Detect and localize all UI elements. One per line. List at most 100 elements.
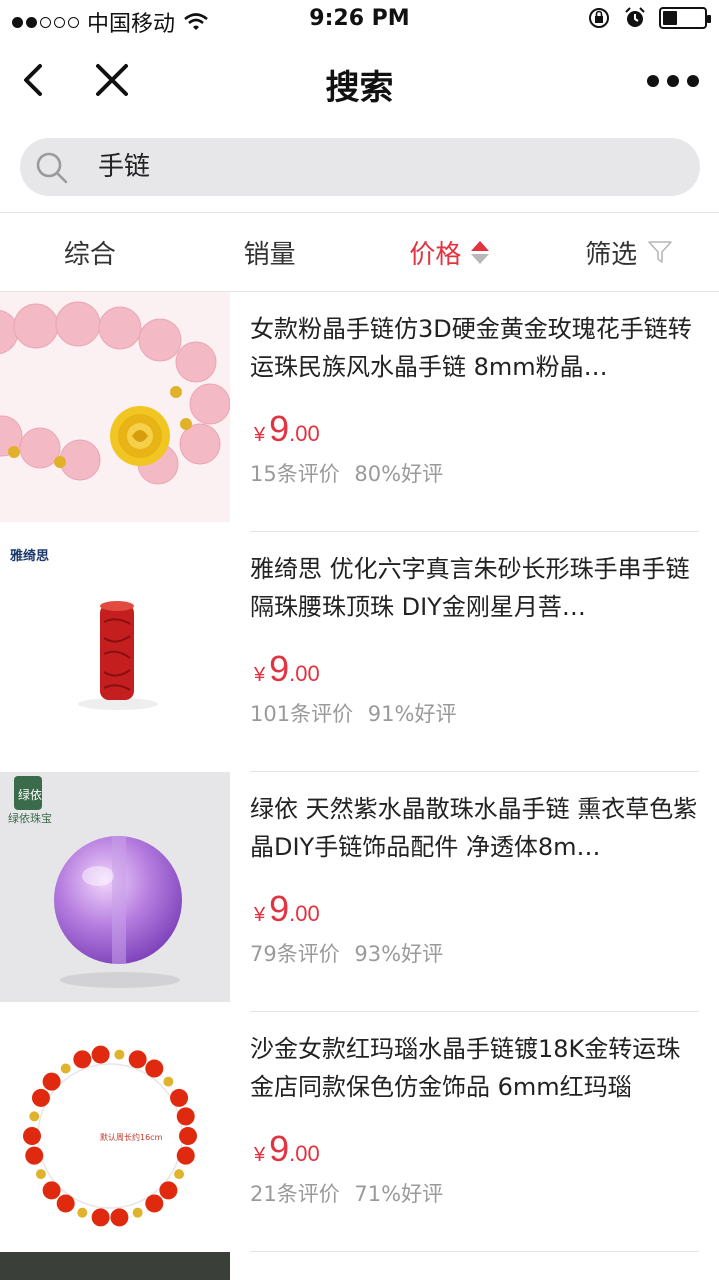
product-item-partial[interactable]	[0, 1252, 719, 1280]
red-bead	[42, 1072, 61, 1091]
search-bar[interactable]	[20, 138, 700, 196]
sort-tab-comprehensive[interactable]: 综合	[0, 213, 180, 291]
size-tag-text: 默认周长约16cm	[100, 1132, 163, 1142]
sort-caret-icon	[471, 240, 490, 264]
product-rating: 101条评价 91%好评	[250, 698, 456, 728]
search-icon	[36, 152, 68, 184]
positive-rate: 93%好评	[354, 942, 444, 966]
product-image	[0, 292, 230, 522]
gold-bead	[132, 1207, 143, 1218]
red-bead	[110, 1208, 129, 1227]
gold-bead	[77, 1207, 88, 1218]
brand-name-text: 绿依珠宝	[8, 811, 52, 825]
product-title[interactable]: 沙金女款红玛瑙水晶手链镀18K金转运珠金店同款保色仿金饰品 6mm红玛瑙	[250, 1030, 700, 1106]
gold-bead	[114, 1049, 125, 1060]
product-title[interactable]: 雅绮思 优化六字真言朱砂长形珠手串手链隔珠腰珠顶珠 DIY金刚星月菩…	[250, 550, 700, 626]
price-currency: ¥	[254, 664, 266, 686]
sort-tab-label: 综合	[63, 239, 116, 270]
positive-rate: 80%好评	[354, 462, 444, 486]
red-bead	[170, 1088, 189, 1107]
product-item[interactable]: 雅绮思 雅绮思 优化六字真言朱砂长形珠手串手链隔珠腰珠顶珠 DIY金刚星月菩… …	[0, 532, 719, 772]
sort-tab-price[interactable]: 价格	[360, 213, 540, 291]
price-decimal: .00	[289, 421, 320, 446]
gold-bead	[29, 1111, 40, 1122]
status-bar: 中国移动 9:26 PM	[0, 0, 719, 40]
product-item[interactable]: 女款粉晶手链仿3D硬金黄金玫瑰花手链转运珠民族风水晶手链 8mm粉晶… ¥ 9 …	[0, 292, 719, 532]
product-item[interactable]: 绿依 绿依珠宝 绿依 天然紫水晶散珠水晶手链 熏衣草色紫晶DIY手链饰品配件 净…	[0, 772, 719, 1012]
product-info: 绿依 天然紫水晶散珠水晶手链 熏衣草色紫晶DIY手链饰品配件 净透体8m… ¥ …	[250, 772, 699, 1012]
sort-bar: 综合 销量 价格 筛选	[0, 212, 719, 292]
review-count: 101条评价	[250, 702, 354, 726]
sort-tab-filter[interactable]: 筛选	[539, 213, 719, 291]
positive-rate: 71%好评	[354, 1182, 444, 1206]
price-currency: ¥	[254, 424, 266, 446]
gold-bead	[174, 1169, 185, 1180]
review-count: 21条评价	[250, 1182, 340, 1206]
red-bead	[56, 1194, 75, 1213]
product-info: 女款粉晶手链仿3D硬金黄金玫瑰花手链转运珠民族风水晶手链 8mm粉晶… ¥ 9 …	[250, 292, 699, 532]
gold-bead	[60, 1063, 71, 1074]
red-bead	[145, 1194, 164, 1213]
sort-tab-sales[interactable]: 销量	[180, 213, 360, 291]
positive-rate: 91%好评	[367, 702, 457, 726]
alarm-icon	[625, 7, 645, 27]
product-image: 雅绮思	[0, 532, 230, 762]
price-integer: 9	[269, 888, 290, 929]
red-bead	[179, 1127, 197, 1145]
red-bead	[176, 1146, 195, 1165]
brand-logo-text: 雅绮思	[10, 548, 49, 564]
review-count: 15条评价	[250, 462, 340, 486]
red-bead	[159, 1181, 178, 1200]
red-bead	[128, 1050, 147, 1069]
red-bead	[91, 1208, 110, 1227]
red-bead	[145, 1059, 164, 1078]
price-integer: 9	[269, 1128, 290, 1169]
product-info: 雅绮思 优化六字真言朱砂长形珠手串手链隔珠腰珠顶珠 DIY金刚星月菩… ¥ 9 …	[250, 532, 699, 772]
product-rating: 21条评价 71%好评	[250, 1178, 443, 1208]
product-info: 沙金女款红玛瑙水晶手链镀18K金转运珠金店同款保色仿金饰品 6mm红玛瑙 ¥ 9…	[250, 1012, 699, 1252]
price-currency: ¥	[254, 904, 266, 926]
product-price: ¥ 9 .00	[254, 408, 320, 450]
gold-bead	[35, 1169, 46, 1180]
product-image: 默认周长约16cm	[0, 1012, 230, 1242]
sort-tab-label: 筛选	[585, 239, 638, 270]
filter-funnel-icon	[648, 241, 672, 263]
product-price: ¥ 9 .00	[254, 888, 320, 930]
price-currency: ¥	[254, 1144, 266, 1166]
search-input[interactable]	[98, 138, 678, 196]
red-bead	[42, 1181, 61, 1200]
price-decimal: .00	[289, 901, 320, 926]
sort-tab-label: 销量	[243, 239, 296, 270]
battery-icon	[659, 7, 711, 29]
product-price: ¥ 9 .00	[254, 648, 320, 690]
red-bead	[25, 1146, 44, 1165]
red-bead	[23, 1127, 41, 1145]
nav-bar: 搜索	[0, 44, 719, 120]
red-bead	[73, 1050, 92, 1069]
price-integer: 9	[269, 408, 290, 449]
product-rating: 15条评价 80%好评	[250, 458, 443, 488]
status-right	[587, 6, 711, 30]
product-title[interactable]: 绿依 天然紫水晶散珠水晶手链 熏衣草色紫晶DIY手链饰品配件 净透体8m…	[250, 790, 700, 866]
review-count: 79条评价	[250, 942, 340, 966]
price-decimal: .00	[289, 1141, 320, 1166]
product-item[interactable]: 默认周长约16cm 沙金女款红玛瑙水晶手链镀18K金转运珠金店同款保色仿金饰品 …	[0, 1012, 719, 1252]
red-bead	[31, 1088, 50, 1107]
product-image	[0, 1252, 230, 1280]
battery-level	[663, 11, 677, 25]
product-price: ¥ 9 .00	[254, 1128, 320, 1170]
price-decimal: .00	[289, 661, 320, 686]
product-title[interactable]: 女款粉晶手链仿3D硬金黄金玫瑰花手链转运珠民族风水晶手链 8mm粉晶…	[250, 310, 700, 386]
orientation-lock-icon	[589, 8, 609, 28]
sort-tab-label: 价格	[409, 239, 462, 270]
brand-logo-text: 绿依	[18, 787, 42, 802]
page-title: 搜索	[325, 68, 394, 108]
more-dots-icon[interactable]	[619, 66, 699, 96]
red-bead	[176, 1107, 195, 1126]
product-image: 绿依 绿依珠宝	[0, 772, 230, 1002]
product-rating: 79条评价 93%好评	[250, 938, 443, 968]
gold-bead	[163, 1076, 174, 1087]
price-integer: 9	[269, 648, 290, 689]
red-bead	[91, 1045, 110, 1064]
product-list: 女款粉晶手链仿3D硬金黄金玫瑰花手链转运珠民族风水晶手链 8mm粉晶… ¥ 9 …	[0, 292, 719, 1280]
